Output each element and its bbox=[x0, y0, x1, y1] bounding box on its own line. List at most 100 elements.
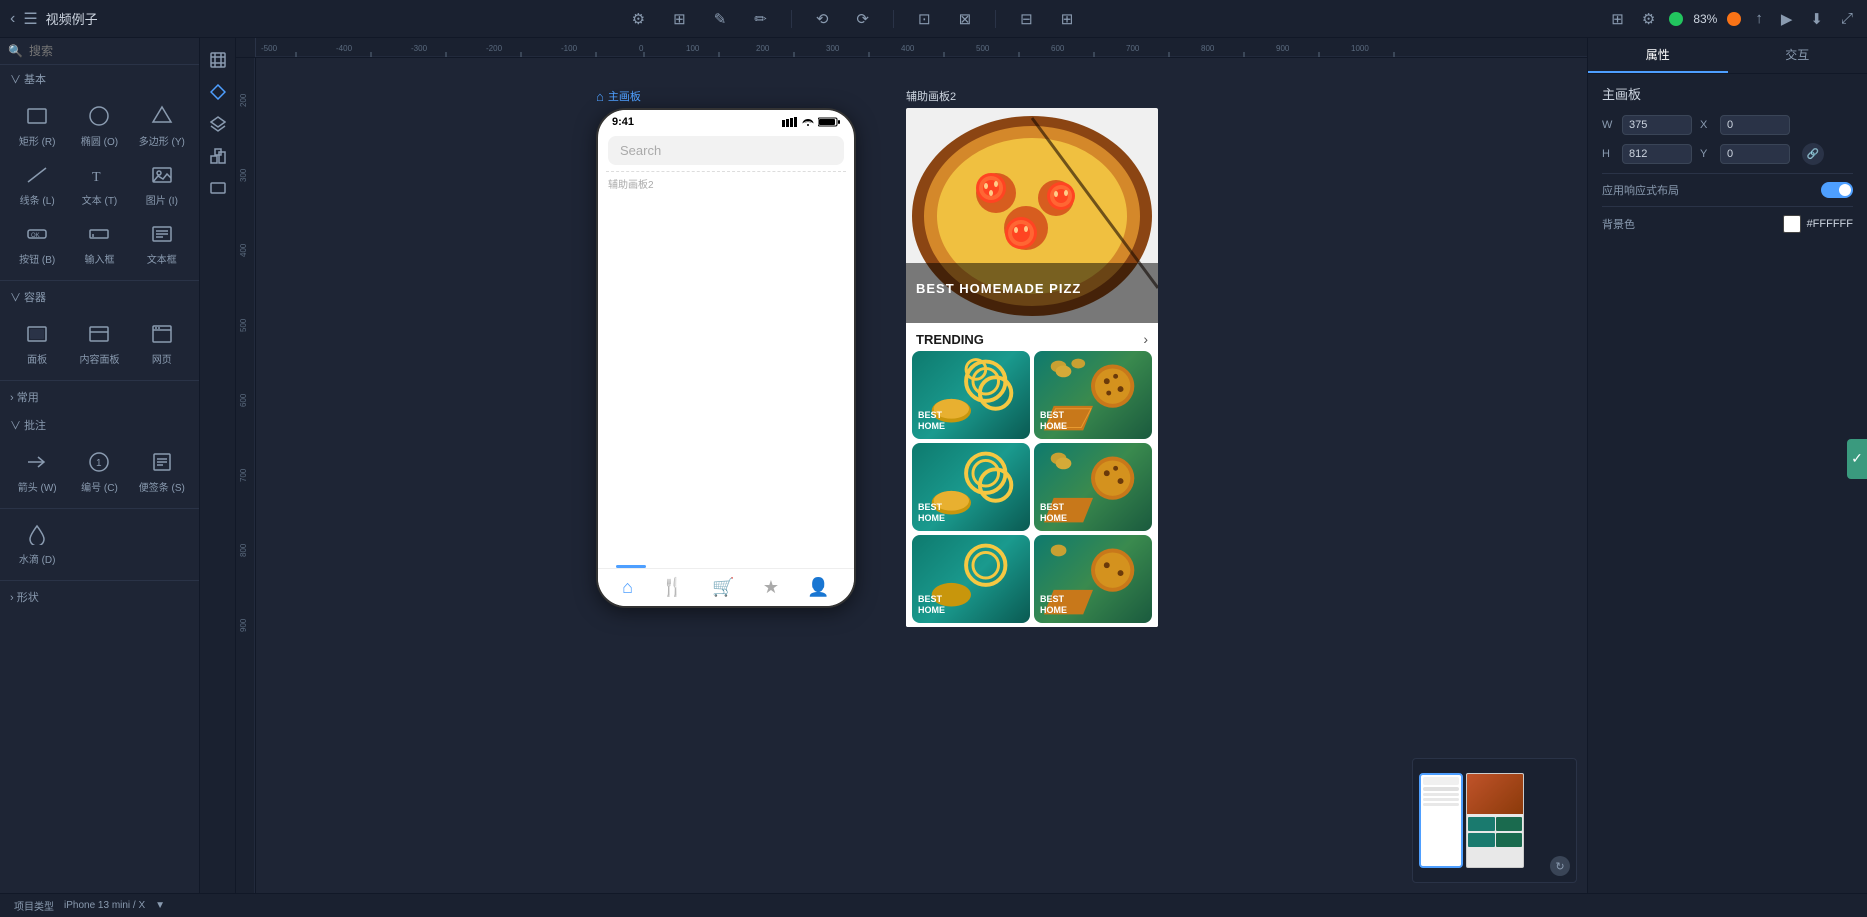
lock-ratio-button[interactable]: 🔗 bbox=[1802, 143, 1824, 165]
svg-text:500: 500 bbox=[976, 44, 990, 53]
strip-layers-icon[interactable] bbox=[204, 110, 232, 138]
distribute-v-icon[interactable]: ⊞ bbox=[1057, 6, 1078, 32]
responsive-toggle[interactable] bbox=[1821, 182, 1853, 198]
bg-color-swatch[interactable] bbox=[1783, 215, 1801, 233]
strip-components-icon[interactable] bbox=[204, 78, 232, 106]
online-indicator bbox=[1669, 12, 1683, 26]
preview-icon[interactable]: ▶ bbox=[1777, 6, 1797, 32]
strip-frames-icon[interactable] bbox=[204, 46, 232, 74]
secondary-frame[interactable]: BEST HOMEMADE PIZZ TRENDING › bbox=[906, 108, 1158, 627]
device-dropdown-icon[interactable]: ▼ bbox=[155, 900, 165, 911]
trending-section: TRENDING › bbox=[906, 323, 1158, 627]
canvas-viewport[interactable]: ⌂ 主画板 9:41 Search bbox=[256, 58, 1587, 893]
section-basic-label: ∨ 基本 bbox=[10, 71, 46, 87]
svg-text:800: 800 bbox=[239, 543, 248, 557]
phone-frame[interactable]: 9:41 Search 辅助画板2 bbox=[596, 108, 856, 608]
redo-button[interactable]: ⟳ bbox=[852, 6, 873, 32]
prop-pair-hy: H Y bbox=[1602, 144, 1790, 164]
toggle-dot bbox=[1839, 184, 1851, 196]
nav-fork-icon[interactable]: 🍴 bbox=[661, 577, 683, 598]
strip-assets-icon[interactable] bbox=[204, 142, 232, 170]
tool-image[interactable]: 图片 (I) bbox=[133, 158, 191, 213]
canvas-area[interactable]: -500 -400 -300 -200 -100 0 100 200 300 4… bbox=[236, 38, 1587, 917]
prop-w-input[interactable] bbox=[1622, 115, 1692, 135]
phone-search-bar[interactable]: Search bbox=[608, 136, 844, 165]
tool-polygon-label: 多边形 (Y) bbox=[139, 133, 185, 148]
text-icon: T bbox=[88, 164, 110, 189]
section-shapes-header[interactable]: › 形状 bbox=[0, 583, 199, 611]
tab-properties[interactable]: 属性 bbox=[1588, 38, 1728, 73]
divider-1 bbox=[0, 280, 199, 281]
tool-panel[interactable]: 面板 bbox=[8, 317, 66, 372]
phone-bottom-nav[interactable]: ⌂ 🍴 🛒 ★ 👤 bbox=[598, 568, 854, 606]
food-card-4[interactable]: BESTHOME bbox=[1034, 443, 1152, 531]
food-card-6[interactable]: BESTHOME bbox=[1034, 535, 1152, 623]
distribute-h-icon[interactable]: ⊟ bbox=[1016, 6, 1037, 32]
prop-y-input[interactable] bbox=[1720, 144, 1790, 164]
food-card-3[interactable]: BESTHOME bbox=[912, 443, 1030, 531]
preview-desktop-icon[interactable]: ⊞ bbox=[1607, 6, 1628, 32]
tool-textbox[interactable]: 文本框 bbox=[133, 217, 191, 272]
tool-pencil-icon[interactable]: ✏ bbox=[750, 6, 771, 32]
bg-color-label: 背景色 bbox=[1602, 216, 1635, 232]
tool-content-panel[interactable]: 内容面板 bbox=[70, 317, 128, 372]
trending-arrow-icon[interactable]: › bbox=[1143, 331, 1148, 347]
food-card-2[interactable]: BESTHOME bbox=[1034, 351, 1152, 439]
nav-cart-icon[interactable]: 🛒 bbox=[712, 577, 734, 598]
minimap: ↻ bbox=[1412, 758, 1577, 883]
section-annotation-header[interactable]: ∨ 批注 bbox=[0, 411, 199, 439]
tool-arrow[interactable]: 箭头 (W) bbox=[8, 445, 66, 500]
prop-x-input[interactable] bbox=[1720, 115, 1790, 135]
search-bar[interactable]: 🔍 bbox=[0, 38, 199, 65]
share-icon[interactable]: ↑ bbox=[1751, 6, 1767, 31]
content-panel-icon bbox=[88, 323, 110, 348]
nav-user-icon[interactable]: 👤 bbox=[807, 577, 829, 598]
nav-home-icon[interactable]: ⌂ bbox=[622, 577, 633, 598]
zoom-level[interactable]: 83% bbox=[1693, 12, 1717, 26]
bg-color-hex: #FFFFFF bbox=[1807, 218, 1853, 230]
left-sidebar: 🔍 ∨ 基本 矩形 (R) 椭圆 (O) 多边形 (Y) 线条 (L) bbox=[0, 38, 200, 917]
tool-link-icon[interactable]: ⚙ bbox=[628, 6, 649, 32]
tool-ellipse[interactable]: 椭圆 (O) bbox=[70, 99, 128, 154]
tool-frame-icon[interactable]: ⊞ bbox=[669, 6, 690, 32]
section-container-header[interactable]: ∨ 容器 bbox=[0, 283, 199, 311]
section-common-header[interactable]: › 常用 bbox=[0, 383, 199, 411]
tool-polygon[interactable]: 多边形 (Y) bbox=[133, 99, 191, 154]
export-icon[interactable]: ⬇ bbox=[1806, 6, 1827, 32]
undo-button[interactable]: ⟲ bbox=[812, 6, 833, 32]
search-input[interactable] bbox=[29, 44, 191, 58]
prop-h-input[interactable] bbox=[1622, 144, 1692, 164]
tool-pen-icon[interactable]: ✎ bbox=[710, 6, 731, 32]
nav-star-icon[interactable]: ★ bbox=[763, 577, 779, 598]
tool-number[interactable]: 1 编号 (C) bbox=[70, 445, 128, 500]
fullscreen-icon[interactable]: ⤢ bbox=[1837, 6, 1857, 31]
secondary-frame-title: 辅助画板2 bbox=[906, 88, 1158, 104]
main-frame-container: ⌂ 主画板 9:41 Search bbox=[596, 88, 856, 608]
drop-icon bbox=[26, 523, 48, 548]
line-icon bbox=[26, 164, 48, 189]
tool-drop[interactable]: 水滴 (D) bbox=[8, 517, 66, 572]
align-left-icon[interactable]: ⊡ bbox=[914, 6, 935, 32]
tool-line[interactable]: 线条 (L) bbox=[8, 158, 66, 213]
floating-check-button[interactable]: ✓ bbox=[1847, 439, 1867, 479]
food-card-5[interactable]: BESTHOME bbox=[912, 535, 1030, 623]
tool-note[interactable]: 便签条 (S) bbox=[133, 445, 191, 500]
tab-interaction[interactable]: 交互 bbox=[1728, 38, 1867, 73]
section-basic-header[interactable]: ∨ 基本 bbox=[0, 65, 199, 93]
strip-image-icon[interactable] bbox=[204, 174, 232, 202]
menu-button[interactable]: ☰ bbox=[23, 9, 37, 29]
tool-rect[interactable]: 矩形 (R) bbox=[8, 99, 66, 154]
tool-webpage-label: 网页 bbox=[152, 351, 172, 366]
tool-webpage[interactable]: 网页 bbox=[133, 317, 191, 372]
back-button[interactable]: ‹ bbox=[10, 10, 15, 28]
tool-text[interactable]: T 文本 (T) bbox=[70, 158, 128, 213]
food-card-1[interactable]: BESTHOME bbox=[912, 351, 1030, 439]
minimap-refresh-button[interactable]: ↻ bbox=[1550, 856, 1570, 876]
tool-content-panel-label: 内容面板 bbox=[79, 351, 119, 366]
left-icon-strip bbox=[200, 38, 236, 917]
tool-button[interactable]: OK 按钮 (B) bbox=[8, 217, 66, 272]
home-frame-icon: ⌂ bbox=[596, 89, 604, 104]
align-right-icon[interactable]: ⊠ bbox=[955, 6, 976, 32]
tool-input[interactable]: 输入框 bbox=[70, 217, 128, 272]
settings-icon[interactable]: ⚙ bbox=[1638, 6, 1659, 32]
